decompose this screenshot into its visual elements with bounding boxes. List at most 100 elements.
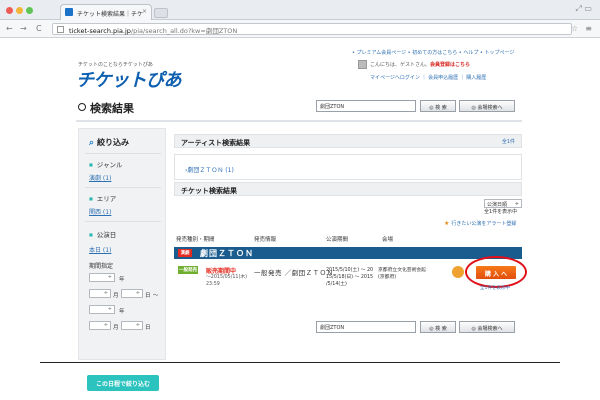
url-path: /pia/search_all.do?kw=劇団ZTON <box>130 27 238 35</box>
divider <box>85 187 161 188</box>
period-label: 期間指定 <box>89 263 114 270</box>
venue-name[interactable]: 京都府立文化芸術会館 <box>378 267 426 274</box>
ticket-section-title: チケット検索結果 <box>181 187 237 195</box>
sale-type-badge: 一般発売 <box>178 266 198 274</box>
account-links[interactable]: マイページへログイン ｜ 会員申込履歴 ｜ 購入履歴 <box>370 74 518 81</box>
genre-label: ジャンル <box>89 159 123 169</box>
venue-prefecture: (京都府) <box>378 275 397 280</box>
range-tilde: ～ <box>153 293 159 299</box>
area-link[interactable]: 関西 (1) <box>89 207 111 216</box>
url-domain: ticket-search.pia.jp <box>69 27 131 35</box>
table-header: 発売種別・期間 発売情報 公演期間 会場 <box>174 235 522 244</box>
tab-title: チケット検索結果｜チケ <box>77 11 144 18</box>
minimize-window-icon[interactable] <box>16 7 23 14</box>
alert-register-link[interactable]: 行きたい公演をアラート登録 <box>444 220 516 227</box>
start-year-select[interactable]: ÷ <box>89 273 115 282</box>
genre-badge: 演劇 <box>178 249 192 257</box>
artist-section-header: アーティスト検索結果 全1件 <box>174 134 522 148</box>
area-label: エリア <box>89 193 117 203</box>
favicon-icon <box>65 8 73 16</box>
sale-end-date: ～2015/05/11(木) <box>206 275 247 280</box>
performance-header: 演劇 劇団ＺＴＯＮ <box>174 247 522 259</box>
divider <box>76 120 522 122</box>
web-page: • プレミアム会員ページ • 初めての方はこちら • ヘルプ • トップページ … <box>0 38 600 391</box>
close-tab-icon[interactable]: × <box>142 8 147 15</box>
results-count: 全1件を表示中 <box>484 209 518 215</box>
search-input[interactable]: 劇団ZTON <box>316 100 416 112</box>
sort-select[interactable]: 公演日順 ÷ <box>484 199 522 208</box>
back-icon[interactable]: ← <box>6 24 13 33</box>
start-day-select[interactable]: ÷ <box>121 289 143 298</box>
year-unit: 年 <box>119 277 125 283</box>
sale-dates: ～2015/05/11(木) 23:59 <box>206 274 247 288</box>
filter-title: 絞り込み <box>89 137 129 148</box>
artist-section-title: アーティスト検索結果 <box>181 139 251 147</box>
genre-link[interactable]: 演劇 (1) <box>89 173 111 182</box>
year-unit: 年 <box>119 309 125 315</box>
month-unit: 月 <box>113 293 119 299</box>
col-info: 発売情報 <box>254 237 277 243</box>
top-links[interactable]: • プレミアム会員ページ • 初めての方はこちら • ヘルプ • トップページ <box>352 49 514 56</box>
menu-icon[interactable]: ≡ <box>585 24 592 33</box>
table-row: 一般発売 販売期間中 ～2015/05/11(木) 23:59 一般発売 ／劇団… <box>174 256 527 302</box>
address-bar: ← → C ticket-search.pia.jp/pia/search_al… <box>0 20 600 38</box>
day-unit: 日 <box>145 325 151 331</box>
end-day-select[interactable]: ÷ <box>121 321 143 330</box>
col-type: 発売種別・期間 <box>176 237 215 243</box>
footer-divider <box>40 362 560 363</box>
browser-window: チケット検索結果｜チケ × ⤢ ▭ ← → C ticket-search.pi… <box>0 0 600 391</box>
period-line: 15/5/18(日) ～ 2015 <box>326 275 374 280</box>
divider <box>85 153 161 154</box>
zoom-window-icon[interactable] <box>26 7 33 14</box>
artist-results: ›劇団ＺＴＯＮ (1) <box>174 154 522 180</box>
site-logo[interactable]: チケットぴあ <box>76 66 182 92</box>
date-label: 公演日 <box>89 229 117 239</box>
page-icon <box>57 26 64 33</box>
url-field[interactable]: ticket-search.pia.jp/pia/search_all.do?k… <box>52 23 572 35</box>
bookmark-star-icon[interactable]: ☆ <box>571 24 578 33</box>
browser-tab[interactable]: チケット検索結果｜チケ × <box>60 4 152 20</box>
filter-sidebar: 絞り込み ジャンル 演劇 (1) エリア 関西 (1) 公演日 本日 (1) 期… <box>78 128 166 391</box>
search-input[interactable]: 劇団ZTON <box>316 321 416 333</box>
venue: 京都府立文化芸術会館 (京都府) <box>378 267 426 281</box>
sort-arrow-icon: ÷ <box>514 201 519 207</box>
apply-date-filter-button[interactable]: この日程で絞り込む <box>87 375 159 391</box>
day-unit: 日 <box>145 293 151 299</box>
close-window-icon[interactable] <box>6 7 13 14</box>
forward-icon[interactable]: → <box>20 24 27 33</box>
register-link[interactable]: 会員登録はこちら <box>430 62 470 68</box>
venue-search-button[interactable]: ◎ 会場検索へ <box>459 100 515 112</box>
guest-box: こんにちは、ゲストさん。会員登録はこちら マイページへログイン ｜ 会員申込履歴… <box>358 60 518 84</box>
performance-name[interactable]: 劇団ＺＴＯＮ <box>200 248 254 259</box>
artist-link[interactable]: ›劇団ＺＴＯＮ (1) <box>185 165 234 174</box>
new-tab-button[interactable] <box>154 8 168 18</box>
ticket-section-header: チケット検索結果 <box>174 182 522 196</box>
tab-bar: チケット検索結果｜チケ × ⤢ ▭ <box>0 0 600 20</box>
performance-period: 2015/5/10(土) ～ 20 15/5/18(日) ～ 2015 /5/1… <box>326 267 373 288</box>
period-line: 2015/5/10(土) ～ 20 <box>326 268 374 273</box>
search-bar-bottom: 劇団ZTON ◎ 検 索 ◎ 会場検索へ <box>316 321 518 335</box>
page-title: 検索結果 <box>78 100 134 116</box>
row-count-note: 全1件を表示中 <box>480 286 510 291</box>
guest-greeting: こんにちは、ゲストさん。 <box>370 62 431 68</box>
end-year-select[interactable]: ÷ <box>89 305 115 314</box>
sale-info: 一般発売 ／劇団ＺＴＯＮ <box>254 269 334 277</box>
date-link[interactable]: 本日 (1) <box>89 245 111 254</box>
start-month-select[interactable]: ÷ <box>89 289 111 298</box>
end-month-select[interactable]: ÷ <box>89 321 111 330</box>
month-unit: 月 <box>113 325 119 331</box>
col-venue: 会場 <box>382 237 394 243</box>
venue-search-button[interactable]: ◎ 会場検索へ <box>459 321 515 333</box>
search-button[interactable]: ◎ 検 索 <box>420 100 456 112</box>
alert-icon[interactable] <box>452 266 464 278</box>
period-line: /5/14(土) <box>326 282 347 287</box>
user-icon <box>358 60 367 69</box>
sale-end-time: 23:59 <box>206 282 220 287</box>
window-controls-icon[interactable]: ⤢ ▭ <box>575 4 592 14</box>
col-period: 公演期間 <box>326 237 349 243</box>
search-bar-top: 劇団ZTON ◎ 検 索 ◎ 会場検索へ <box>316 100 518 114</box>
reload-icon[interactable]: C <box>36 24 42 33</box>
divider <box>85 221 161 222</box>
highlight-circle <box>465 256 527 288</box>
search-button[interactable]: ◎ 検 索 <box>420 321 456 333</box>
